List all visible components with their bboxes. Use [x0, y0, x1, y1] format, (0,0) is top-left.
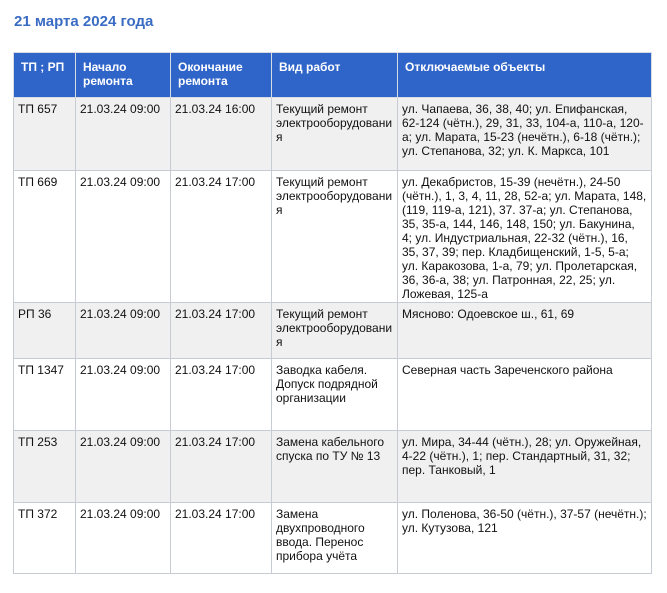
- cell-objects: ул. Декабристов, 15-39 (нечётн.), 24-50 …: [397, 170, 652, 303]
- cell-work-type: Замена кабельного спуска по ТУ № 13: [271, 430, 398, 503]
- cell-tp: ТП 253: [13, 430, 76, 503]
- table-row: ТП 372 21.03.24 09:00 21.03.24 17:00 Зам…: [13, 502, 652, 574]
- cell-objects: ул. Поленова, 36-50 (чётн.), 37-57 (нечё…: [397, 502, 652, 574]
- cell-end: 21.03.24 17:00: [170, 302, 272, 359]
- column-header-tp: ТП ; РП: [13, 52, 76, 98]
- cell-end: 21.03.24 17:00: [170, 502, 272, 574]
- cell-objects: Северная часть Зареченского района: [397, 358, 652, 431]
- cell-end: 21.03.24 17:00: [170, 430, 272, 503]
- outage-schedule-table: ТП ; РП Начало ремонта Окончание ремонта…: [13, 52, 652, 574]
- cell-tp: ТП 669: [13, 170, 76, 303]
- table-row: ТП 669 21.03.24 09:00 21.03.24 17:00 Тек…: [13, 170, 652, 303]
- table-row: ТП 1347 21.03.24 09:00 21.03.24 17:00 За…: [13, 358, 652, 431]
- cell-work-type: Замена двухпроводного ввода. Перенос при…: [271, 502, 398, 574]
- column-header-end: Окончание ремонта: [170, 52, 272, 98]
- cell-objects: ул. Мира, 34-44 (чётн.), 28; ул. Оружейн…: [397, 430, 652, 503]
- table-row: РП 36 21.03.24 09:00 21.03.24 17:00 Теку…: [13, 302, 652, 359]
- cell-work-type: Текущий ремонт электрооборудования: [271, 302, 398, 359]
- table-row: ТП 657 21.03.24 09:00 21.03.24 16:00 Тек…: [13, 97, 652, 171]
- cell-start: 21.03.24 09:00: [75, 302, 171, 359]
- cell-work-type: Заводка кабеля. Допуск подрядной организ…: [271, 358, 398, 431]
- cell-start: 21.03.24 09:00: [75, 97, 171, 171]
- cell-work-type: Текущий ремонт электрооборудования: [271, 97, 398, 171]
- cell-start: 21.03.24 09:00: [75, 170, 171, 303]
- column-header-work-type: Вид работ: [271, 52, 398, 98]
- table-header-row: ТП ; РП Начало ремонта Окончание ремонта…: [13, 52, 652, 98]
- cell-end: 21.03.24 17:00: [170, 170, 272, 303]
- cell-tp: ТП 372: [13, 502, 76, 574]
- page-title: 21 марта 2024 года: [14, 13, 154, 30]
- cell-objects: ул. Чапаева, 36, 38, 40; ул. Епифанская,…: [397, 97, 652, 171]
- cell-tp: ТП 657: [13, 97, 76, 171]
- column-header-objects: Отключаемые объекты: [397, 52, 652, 98]
- cell-tp: ТП 1347: [13, 358, 76, 431]
- table-row: ТП 253 21.03.24 09:00 21.03.24 17:00 Зам…: [13, 430, 652, 503]
- cell-objects: Мясново: Одоевское ш., 61, 69: [397, 302, 652, 359]
- cell-start: 21.03.24 09:00: [75, 358, 171, 431]
- cell-start: 21.03.24 09:00: [75, 502, 171, 574]
- column-header-start: Начало ремонта: [75, 52, 171, 98]
- cell-end: 21.03.24 17:00: [170, 358, 272, 431]
- cell-start: 21.03.24 09:00: [75, 430, 171, 503]
- schedule-table: ТП ; РП Начало ремонта Окончание ремонта…: [13, 52, 652, 574]
- cell-work-type: Текущий ремонт электрооборудования: [271, 170, 398, 303]
- cell-tp: РП 36: [13, 302, 76, 359]
- cell-end: 21.03.24 16:00: [170, 97, 272, 171]
